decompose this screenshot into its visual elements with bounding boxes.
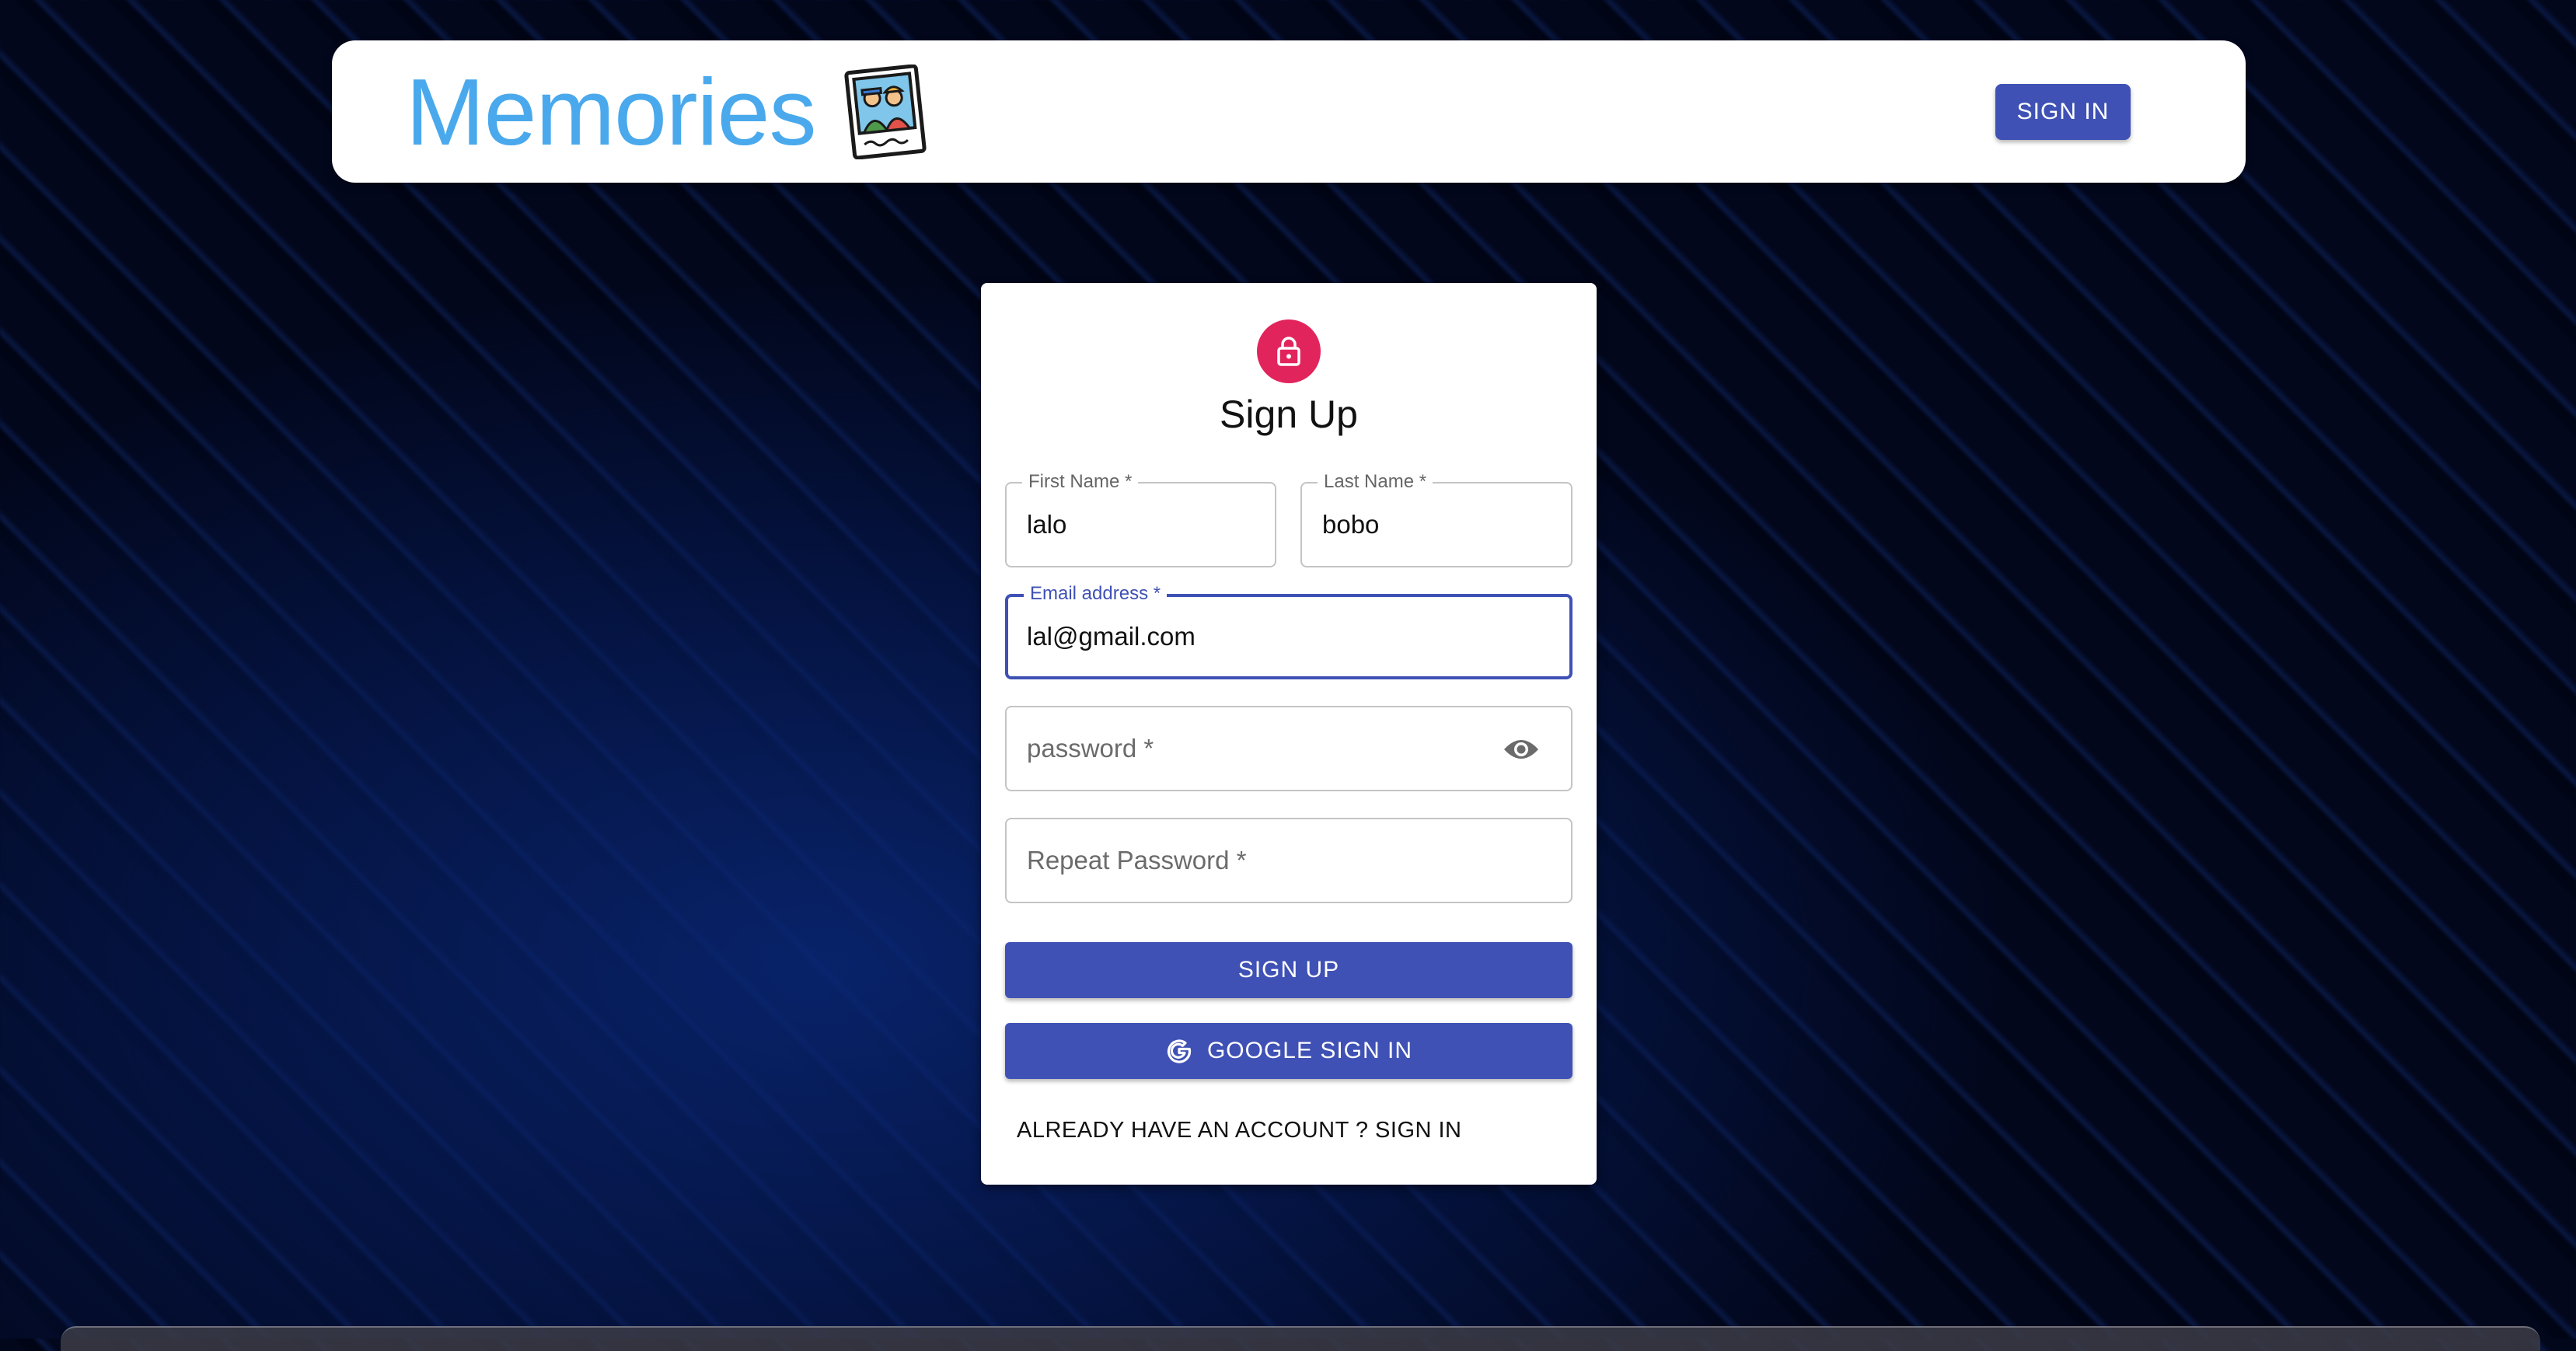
google-sign-in-label: GOOGLE SIGN IN: [1206, 1038, 1413, 1063]
polaroid-photo-icon: [843, 65, 927, 159]
google-icon: [1167, 1039, 1192, 1063]
repeat-password-placeholder: Repeat Password *: [1027, 846, 1247, 874]
repeat-password-field[interactable]: Repeat Password *: [1005, 818, 1572, 903]
last-name-value: bobo: [1322, 510, 1380, 539]
dock: [61, 1326, 2540, 1351]
email-label: Email address *: [1024, 583, 1168, 605]
first-name-value: lalo: [1027, 510, 1067, 539]
header-sign-in-button[interactable]: SIGN IN: [1995, 84, 2131, 140]
password-field[interactable]: password *: [1005, 706, 1572, 791]
sign-up-button-label: SIGN UP: [1237, 957, 1340, 983]
last-name-field[interactable]: Last Name * bobo: [1300, 471, 1572, 567]
page-title: Sign Up: [1220, 393, 1358, 436]
switch-to-sign-in-link[interactable]: ALREADY HAVE AN ACCOUNT ? SIGN IN: [1017, 1118, 1462, 1143]
brand-title: Memories: [406, 59, 817, 165]
lock-icon: [1277, 337, 1300, 366]
show-password-eye-icon[interactable]: [1503, 735, 1540, 763]
sign-up-button[interactable]: SIGN UP: [1005, 942, 1572, 998]
password-placeholder: password *: [1027, 734, 1154, 763]
email-field[interactable]: Email address * lal@gmail.com: [1005, 583, 1572, 679]
lock-avatar: [1257, 319, 1321, 383]
first-name-label: First Name *: [1022, 471, 1139, 493]
last-name-label: Last Name *: [1318, 471, 1433, 493]
sign-up-card: Sign Up First Name * lalo Last Name * bo…: [981, 283, 1597, 1185]
email-value: lal@gmail.com: [1027, 622, 1196, 651]
app-bar: Memories SIGN IN: [332, 40, 2246, 183]
first-name-field[interactable]: First Name * lalo: [1005, 471, 1276, 567]
brand[interactable]: Memories: [406, 58, 928, 166]
google-sign-in-button[interactable]: GOOGLE SIGN IN: [1005, 1023, 1572, 1079]
